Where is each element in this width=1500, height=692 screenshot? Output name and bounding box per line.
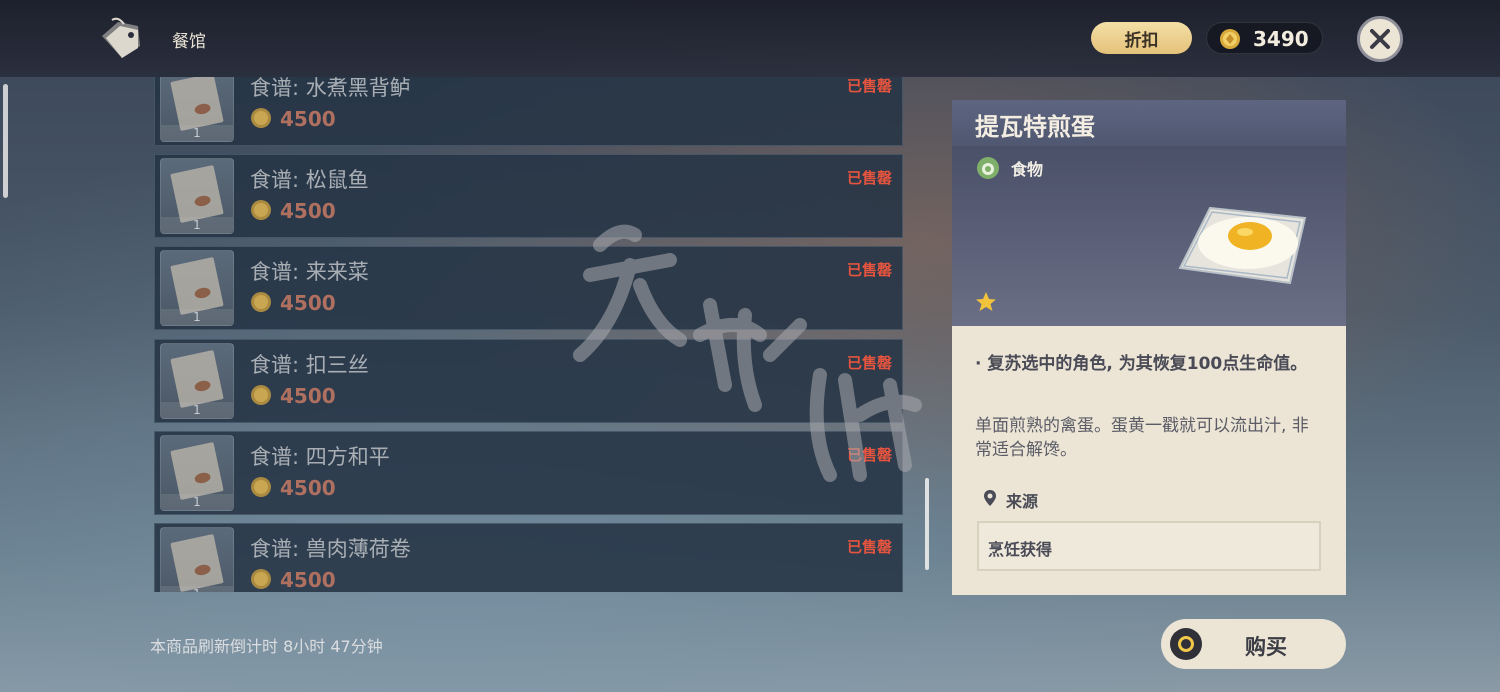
recipe-thumbnail: 1: [160, 250, 234, 326]
recipe-thumbnail: 1: [160, 77, 234, 142]
item-effect: · 复苏选中的角色, 为其恢复100点生命值。: [975, 354, 1308, 374]
recipe-paper-icon: [170, 164, 224, 224]
food-type-icon: [977, 157, 999, 179]
mora-coin-icon: [251, 200, 271, 220]
shop-item[interactable]: 1 食谱: 水煮黑背鲈 4500 已售罄: [154, 77, 903, 146]
item-name: 食谱: 兽肉薄荷卷: [250, 537, 411, 561]
mora-coin-icon: [251, 569, 271, 589]
source-box: 烹饪获得: [977, 521, 1321, 571]
item-quantity: 1: [161, 125, 233, 141]
item-name: 食谱: 四方和平: [250, 445, 390, 469]
item-price: 4500: [280, 107, 336, 131]
currency-amount: 3490: [1253, 27, 1309, 51]
item-quantity: 1: [161, 586, 233, 592]
mora-coin-icon: [1220, 29, 1240, 49]
price-tag-icon: [102, 17, 140, 58]
item-name: 食谱: 松鼠鱼: [250, 168, 369, 192]
shop-item[interactable]: 1 食谱: 松鼠鱼 4500 已售罄: [154, 154, 903, 238]
item-price: 4500: [280, 384, 336, 408]
source-value: 烹饪获得: [988, 540, 1053, 559]
item-price: 4500: [280, 199, 336, 223]
recipe-paper-icon: [170, 349, 224, 409]
sold-out-label: 已售罄: [846, 261, 892, 279]
item-description: 单面煎熟的禽蛋。蛋黄一戳就可以流出汁, 非常适合解馋。: [975, 416, 1309, 460]
close-icon: [1370, 29, 1390, 49]
mora-coin-icon: [251, 385, 271, 405]
buy-button[interactable]: 购买: [1161, 619, 1346, 669]
top-bar: 餐馆 折扣 3490: [0, 0, 1500, 77]
recipe-thumbnail: 1: [160, 527, 234, 592]
item-quantity: 1: [161, 402, 233, 418]
fried-egg-image: [1178, 206, 1307, 285]
recipe-paper-icon: [170, 533, 224, 592]
refresh-countdown: 本商品刷新倒计时 8小时 47分钟: [150, 637, 383, 656]
shop-item[interactable]: 1 食谱: 来来菜 4500 已售罄: [154, 246, 903, 330]
item-detail-panel: 提瓦特煎蛋 食物 · 复苏选中的角色, 为其恢复100点生命值。 单面煎熟的禽蛋…: [952, 100, 1346, 595]
item-title: 提瓦特煎蛋: [975, 113, 1095, 141]
shop-item-list: 1 食谱: 水煮黑背鲈 4500 已售罄 1 食谱: 松鼠鱼 4500 已售罄 …: [154, 77, 904, 592]
sold-out-label: 已售罄: [846, 77, 892, 95]
recipe-paper-icon: [170, 441, 224, 501]
item-name: 食谱: 水煮黑背鲈: [250, 77, 411, 100]
discount-button[interactable]: 折扣: [1091, 22, 1192, 54]
sold-out-label: 已售罄: [846, 538, 892, 556]
item-type: 食物: [1011, 160, 1044, 179]
item-name: 食谱: 来来菜: [250, 260, 369, 284]
item-price: 4500: [280, 291, 336, 315]
list-scrollbar[interactable]: [925, 478, 929, 570]
close-button[interactable]: [1357, 16, 1403, 62]
source-label: 来源: [1006, 492, 1039, 511]
confirm-circle-icon: [1170, 628, 1202, 660]
sold-out-label: 已售罄: [846, 354, 892, 372]
shop-title: 餐馆: [172, 32, 206, 52]
mora-coin-icon: [251, 108, 271, 128]
shop-item[interactable]: 1 食谱: 扣三丝 4500 已售罄: [154, 339, 903, 423]
location-pin-icon: [984, 490, 996, 506]
rarity-star-icon: [976, 292, 996, 311]
shop-item[interactable]: 1 食谱: 兽肉薄荷卷 4500 已售罄: [154, 523, 903, 592]
detail-body: · 复苏选中的角色, 为其恢复100点生命值。 单面煎熟的禽蛋。蛋黄一戳就可以流…: [952, 326, 1346, 595]
shop-item[interactable]: 1 食谱: 四方和平 4500 已售罄: [154, 431, 903, 515]
mora-coin-icon: [251, 292, 271, 312]
recipe-thumbnail: 1: [160, 158, 234, 234]
item-name: 食谱: 扣三丝: [250, 353, 369, 377]
sold-out-label: 已售罄: [846, 169, 892, 187]
currency-display: 3490: [1206, 22, 1323, 54]
item-quantity: 1: [161, 217, 233, 233]
item-price: 4500: [280, 568, 336, 592]
buy-label: 购买: [1245, 635, 1287, 659]
recipe-thumbnail: 1: [160, 343, 234, 419]
item-showcase: 食物: [952, 146, 1346, 326]
sold-out-label: 已售罄: [846, 446, 892, 464]
page-scrollbar[interactable]: [3, 84, 8, 198]
item-quantity: 1: [161, 309, 233, 325]
recipe-paper-icon: [170, 77, 224, 132]
discount-label: 折扣: [1124, 30, 1159, 51]
item-quantity: 1: [161, 494, 233, 510]
recipe-paper-icon: [170, 256, 224, 316]
recipe-thumbnail: 1: [160, 435, 234, 511]
detail-header: 提瓦特煎蛋: [952, 100, 1346, 148]
mora-coin-icon: [251, 477, 271, 497]
item-price: 4500: [280, 476, 336, 500]
